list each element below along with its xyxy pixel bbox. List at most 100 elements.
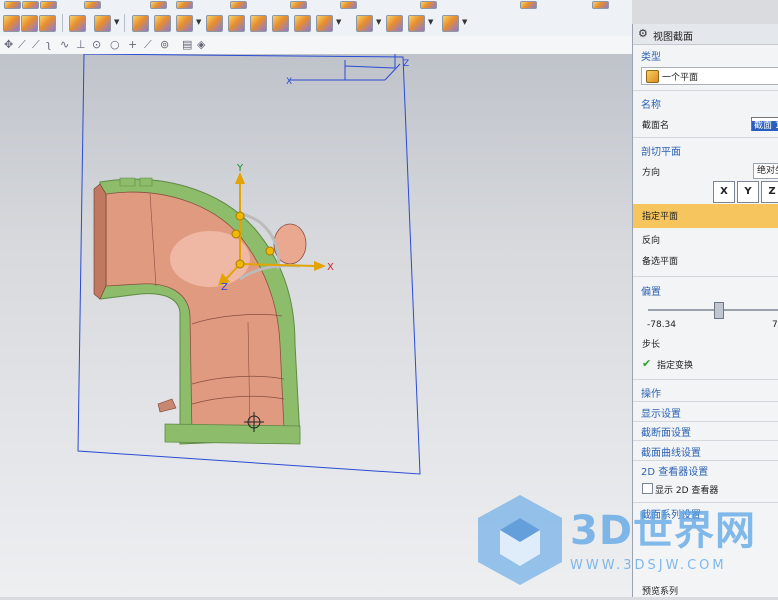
- cube-icon[interactable]: [386, 15, 403, 32]
- type-select-value: 一个平面: [662, 73, 699, 83]
- offset-slider-track[interactable]: [648, 309, 778, 311]
- preview-series-button[interactable]: 预览系列: [642, 584, 678, 597]
- wire-box: [290, 54, 401, 81]
- toolbar-icon[interactable]: [520, 1, 537, 9]
- snap-point-icon[interactable]: ✥: [4, 38, 13, 51]
- triad-axis-y-label: Y: [236, 163, 244, 174]
- dropdown-caret-icon[interactable]: ▼: [336, 18, 341, 26]
- grid-icon[interactable]: [69, 15, 86, 32]
- divider: [633, 460, 778, 461]
- divider: [633, 137, 778, 138]
- divider: [633, 401, 778, 402]
- divider: [633, 90, 778, 91]
- section-2d-viewer-header[interactable]: 2D 查看器设置: [641, 463, 708, 478]
- main-toolbar: ▼ ▼ ▼ ▼ ▼ ▼: [0, 10, 632, 37]
- toolbar-separator: [62, 14, 63, 32]
- cube-icon[interactable]: [132, 15, 149, 32]
- toolbar-icon[interactable]: [84, 1, 101, 9]
- perpendicular-icon[interactable]: ⊥: [76, 38, 86, 51]
- alternate-plane-button[interactable]: 备选平面: [642, 254, 678, 267]
- offset-slider-thumb[interactable]: [714, 302, 724, 319]
- section-offset-header[interactable]: 偏置: [641, 283, 661, 298]
- offset-max-label: 78: [772, 320, 778, 330]
- axis-z-button[interactable]: Z: [761, 181, 778, 203]
- dropdown-caret-icon[interactable]: ▼: [462, 18, 467, 26]
- specify-transform-button[interactable]: 指定变换: [657, 358, 693, 371]
- render-style-icon[interactable]: [94, 15, 111, 32]
- section-series-settings-header[interactable]: 截面系列设置: [641, 506, 701, 521]
- axis-y-button[interactable]: Y: [737, 181, 759, 203]
- toolbar-icon[interactable]: [290, 1, 307, 9]
- section-display-settings-header[interactable]: 显示设置: [641, 405, 681, 420]
- pipe-elbow-model: [93, 177, 307, 445]
- section-name-input[interactable]: 截面 1: [751, 117, 778, 131]
- layer-icon[interactable]: ◈: [197, 38, 205, 51]
- filter-icon[interactable]: ▤: [182, 38, 192, 51]
- spline-icon[interactable]: ∿: [60, 38, 69, 51]
- divider: [633, 440, 778, 441]
- cube-icon[interactable]: [294, 15, 311, 32]
- cube-icon[interactable]: [316, 15, 333, 32]
- dialog-title: 视图截面: [653, 32, 693, 43]
- section-name-header[interactable]: 名称: [641, 96, 661, 111]
- checkmark-icon: ✔: [642, 357, 652, 370]
- divider: [633, 276, 778, 277]
- toolbar-icon[interactable]: [420, 1, 437, 9]
- dropdown-caret-icon[interactable]: ▼: [428, 18, 433, 26]
- cube-icon[interactable]: [154, 15, 171, 32]
- model-view[interactable]: X Z Y X Z: [0, 53, 632, 597]
- line-icon[interactable]: ⟋: [144, 38, 152, 52]
- dialog-title-bar: ⚙ 视图截面: [633, 24, 778, 45]
- dropdown-caret-icon[interactable]: ▼: [376, 18, 381, 26]
- section-operations-header[interactable]: 操作: [641, 385, 661, 400]
- cube-icon[interactable]: [272, 15, 289, 32]
- toolbar-icon[interactable]: [340, 1, 357, 9]
- circle-icon[interactable]: ○: [110, 38, 120, 51]
- plus-icon[interactable]: +: [128, 38, 137, 51]
- dropdown-caret-icon[interactable]: ▼: [196, 18, 201, 26]
- triad-axis-z-label: Z: [221, 282, 228, 293]
- cube-icon[interactable]: [228, 15, 245, 32]
- view-orient-icon[interactable]: [39, 15, 56, 32]
- section-cut-plane-header[interactable]: 剖切平面: [641, 143, 681, 158]
- gear-icon[interactable]: ⚙: [638, 27, 648, 40]
- toolbar-icon[interactable]: [176, 1, 193, 9]
- cube-icon[interactable]: [408, 15, 425, 32]
- cube-icon[interactable]: [356, 15, 373, 32]
- section-name-value: 截面 1: [752, 121, 778, 131]
- graphics-viewport[interactable]: X Z Y X Z: [0, 53, 632, 597]
- specify-plane-row[interactable]: 指定平面: [633, 204, 778, 228]
- show-2d-viewer-label: 显示 2D 查看器: [655, 486, 719, 496]
- toolbar-icon[interactable]: [4, 1, 21, 9]
- cube-icon[interactable]: [206, 15, 223, 32]
- axis-x-button[interactable]: X: [713, 181, 735, 203]
- offset-min-label: -78.34: [647, 320, 677, 330]
- toolbar-separator: [124, 14, 125, 32]
- reverse-direction-button[interactable]: 反向: [642, 233, 660, 246]
- curve-icon[interactable]: ʅ: [46, 38, 51, 51]
- toolbar-icon[interactable]: [592, 1, 609, 9]
- toolbar-icon[interactable]: [150, 1, 167, 9]
- line-icon[interactable]: ⟋: [32, 38, 40, 52]
- circle-center-icon[interactable]: ⊙: [92, 38, 101, 51]
- section-cut-face-settings-header[interactable]: 截断面设置: [641, 424, 691, 439]
- type-select[interactable]: 一个平面: [641, 67, 778, 85]
- direction-select[interactable]: 绝对坐: [753, 163, 778, 179]
- section-curve-settings-header[interactable]: 截面曲线设置: [641, 444, 701, 459]
- cube-icon[interactable]: [176, 15, 193, 32]
- triad-axis-x-label: X: [327, 262, 334, 273]
- line-icon[interactable]: ⟋: [18, 38, 26, 52]
- view-orient-icon[interactable]: [3, 15, 20, 32]
- toolbar-icon[interactable]: [40, 1, 57, 9]
- view-orient-icon[interactable]: [21, 15, 38, 32]
- cube-icon[interactable]: [250, 15, 267, 32]
- toolbar-icon[interactable]: [230, 1, 247, 9]
- toolbar-icon[interactable]: [22, 1, 39, 9]
- direction-label: 方向: [642, 168, 661, 178]
- snap-icon[interactable]: ⊚: [160, 38, 169, 51]
- specify-plane-label: 指定平面: [642, 212, 679, 222]
- show-2d-viewer-checkbox[interactable]: [642, 483, 653, 494]
- dropdown-caret-icon[interactable]: ▼: [114, 18, 119, 26]
- cube-icon[interactable]: [442, 15, 459, 32]
- section-type-header[interactable]: 类型: [641, 48, 661, 63]
